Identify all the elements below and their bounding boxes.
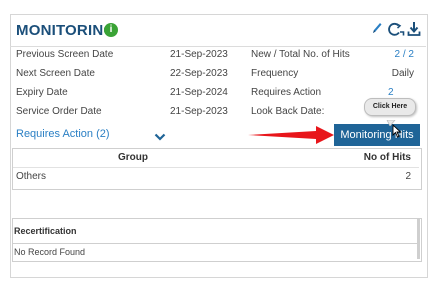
no-record-text: No Record Found [14, 247, 86, 257]
detail-value: 21-Sep-2023 [170, 106, 228, 117]
detail-label: Service Order Date [16, 106, 102, 117]
detail-value: 22-Sep-2023 [170, 68, 228, 79]
cursor-icon [392, 123, 402, 138]
table-cell-group: Others [16, 171, 47, 182]
detail-label: New / Total No. of Hits [251, 49, 350, 60]
detail-value: 21-Sep-2024 [170, 87, 228, 98]
panel-title: MONITORING [16, 22, 116, 39]
detail-label: Previous Screen Date [16, 49, 114, 60]
requires-action-toggle[interactable]: Requires Action (2) [16, 128, 110, 140]
table-header-divider [13, 167, 419, 168]
header-divider [10, 46, 426, 47]
recertification-title: Recertification [14, 226, 77, 236]
detail-value: 21-Sep-2023 [170, 49, 228, 60]
column-header-group: Group [118, 152, 148, 163]
detail-label: Next Screen Date [16, 68, 95, 79]
tooltip-pointer [386, 113, 396, 127]
detail-label: Expiry Date [16, 87, 68, 98]
hits-table [12, 148, 422, 190]
arrow-annotation [246, 125, 336, 145]
download-icon[interactable] [407, 21, 421, 37]
detail-label: Requires Action [251, 87, 322, 98]
total-hits-link[interactable]: 2 / 2 [395, 49, 414, 60]
detail-label: Frequency [251, 68, 299, 79]
chevron-down-icon[interactable] [154, 129, 166, 141]
column-header-hits: No of Hits [363, 152, 411, 163]
requires-action-count-link[interactable]: 2 [388, 87, 394, 98]
link-sync-icon[interactable] [386, 21, 406, 37]
info-icon[interactable]: i [104, 23, 118, 37]
scrollbar[interactable] [417, 219, 420, 259]
edit-icon[interactable] [371, 21, 383, 35]
monitoring-hits-button[interactable]: Monitoring Hits [334, 124, 420, 146]
table-cell-hits: 2 [405, 171, 411, 182]
detail-value: Daily [391, 68, 414, 79]
recertification-divider [13, 243, 419, 244]
detail-label: Look Back Date: [251, 106, 325, 117]
